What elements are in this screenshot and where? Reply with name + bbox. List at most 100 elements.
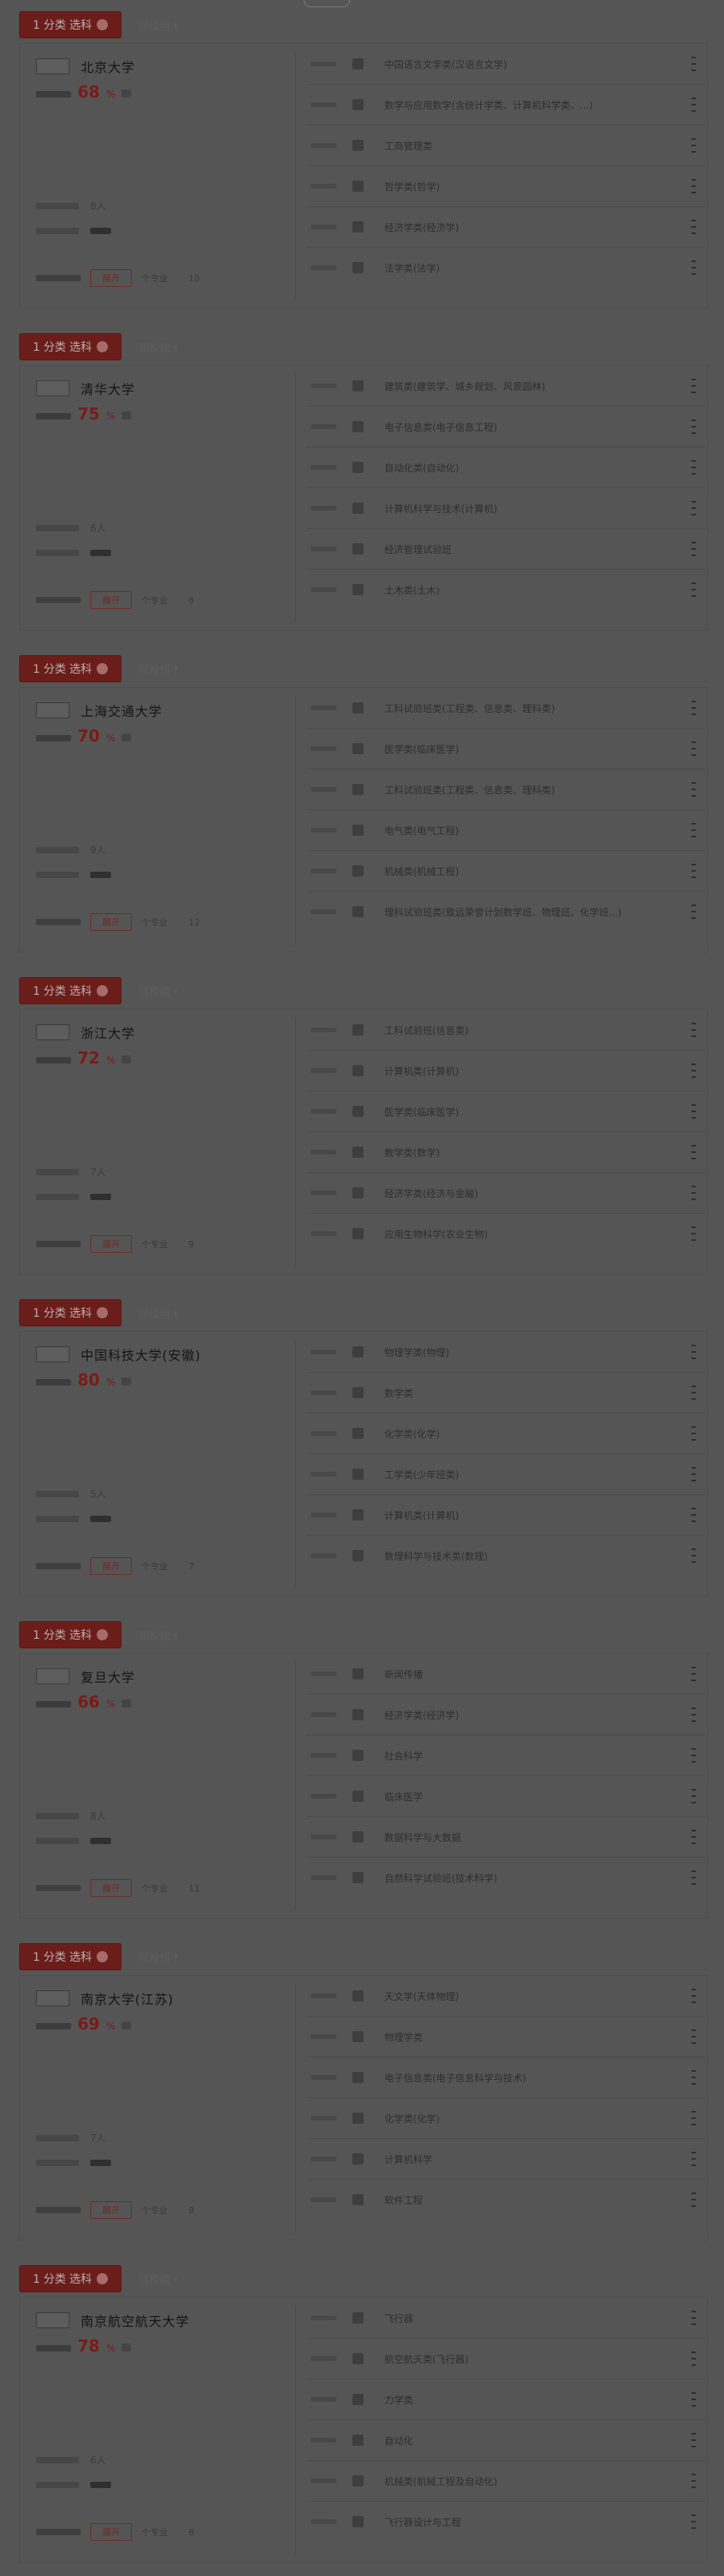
drag-handle-icon[interactable] xyxy=(691,1789,696,1803)
major-row[interactable]: 经济学类(经济学) xyxy=(306,1695,706,1735)
drag-handle-icon[interactable] xyxy=(691,904,696,919)
major-row[interactable]: 机械类(机械工程及自动化) xyxy=(306,2461,706,2502)
major-row[interactable]: 应用生物科学(农业生物) xyxy=(306,1214,706,1254)
drag-handle-icon[interactable] xyxy=(691,1385,696,1400)
drag-handle-icon[interactable] xyxy=(691,260,696,275)
drag-handle-icon[interactable] xyxy=(691,701,696,715)
school-name[interactable]: 南京大学(江苏) xyxy=(81,1989,174,2008)
drag-handle-icon[interactable] xyxy=(691,1467,696,1481)
drag-handle-icon[interactable] xyxy=(691,1548,696,1563)
expand-button[interactable]: 展开 xyxy=(90,2523,132,2541)
drag-handle-icon[interactable] xyxy=(691,419,696,434)
info-icon[interactable] xyxy=(121,89,132,97)
drag-handle-icon[interactable] xyxy=(691,2192,696,2207)
expand-button[interactable]: 展开 xyxy=(90,269,132,287)
major-row[interactable]: 电子信息类(电子信息工程) xyxy=(306,407,706,447)
group-selector[interactable]: 院校组 ▾ xyxy=(139,1628,178,1643)
major-row[interactable]: 中国语言文学类(汉语言文学) xyxy=(306,44,706,85)
school-name[interactable]: 清华大学 xyxy=(81,379,135,398)
category-tag-button[interactable]: 1 分类 选科 xyxy=(19,333,121,360)
drag-handle-icon[interactable] xyxy=(691,2392,696,2407)
info-icon[interactable] xyxy=(121,1377,132,1385)
info-icon[interactable] xyxy=(121,1699,132,1707)
drag-handle-icon[interactable] xyxy=(691,1345,696,1359)
major-row[interactable]: 哲学类(哲学) xyxy=(306,166,706,207)
drag-handle-icon[interactable] xyxy=(691,179,696,193)
drag-handle-icon[interactable] xyxy=(691,460,696,475)
major-row[interactable]: 计算机科学 xyxy=(306,2139,706,2180)
drag-handle-icon[interactable] xyxy=(691,2514,696,2529)
drag-handle-icon[interactable] xyxy=(691,220,696,234)
expand-button[interactable]: 展开 xyxy=(90,1879,132,1897)
major-row[interactable]: 经济管理试验班 xyxy=(306,529,706,570)
drag-handle-icon[interactable] xyxy=(691,2433,696,2447)
drag-handle-icon[interactable] xyxy=(691,1063,696,1078)
drag-handle-icon[interactable] xyxy=(691,138,696,153)
drag-handle-icon[interactable] xyxy=(691,1707,696,1722)
major-row[interactable]: 电气类(电气工程) xyxy=(306,810,706,851)
group-selector[interactable]: 院校组 ▾ xyxy=(139,662,178,677)
expand-button[interactable]: 展开 xyxy=(90,913,132,931)
major-row[interactable]: 医学类(临床医学) xyxy=(306,1091,706,1132)
major-row[interactable]: 数学类 xyxy=(306,1373,706,1413)
category-tag-button[interactable]: 1 分类 选科 xyxy=(19,1943,121,1970)
drag-handle-icon[interactable] xyxy=(691,2311,696,2325)
drag-handle-icon[interactable] xyxy=(691,1830,696,1844)
major-row[interactable]: 新闻传播 xyxy=(306,1654,706,1695)
major-row[interactable]: 自然科学试验班(技术科学) xyxy=(306,1858,706,1898)
drag-handle-icon[interactable] xyxy=(691,1426,696,1441)
major-row[interactable]: 医学类(临床医学) xyxy=(306,729,706,769)
drag-handle-icon[interactable] xyxy=(691,741,696,756)
drag-handle-icon[interactable] xyxy=(691,1023,696,1037)
major-row[interactable]: 工学类(少年班类) xyxy=(306,1454,706,1495)
info-icon[interactable] xyxy=(121,1055,132,1063)
drag-handle-icon[interactable] xyxy=(691,97,696,112)
drag-handle-icon[interactable] xyxy=(691,1748,696,1763)
major-row[interactable]: 计算机科学与技术(计算机) xyxy=(306,488,706,529)
drag-handle-icon[interactable] xyxy=(691,57,696,71)
major-row[interactable]: 机械类(机械工程) xyxy=(306,851,706,892)
info-icon[interactable] xyxy=(121,733,132,741)
school-name[interactable]: 中国科技大学(安徽) xyxy=(81,1345,201,1364)
expand-button[interactable]: 展开 xyxy=(90,1557,132,1575)
major-row[interactable]: 土木类(土木) xyxy=(306,570,706,610)
drag-handle-icon[interactable] xyxy=(691,379,696,393)
major-row[interactable]: 飞行器 xyxy=(306,2298,706,2339)
major-row[interactable]: 航空航天类(飞行器) xyxy=(306,2339,706,2379)
category-tag-button[interactable]: 1 分类 选科 xyxy=(19,2265,121,2292)
drag-handle-icon[interactable] xyxy=(691,1104,696,1119)
major-row[interactable]: 建筑类(建筑学、城乡规划、风景园林) xyxy=(306,366,706,407)
group-selector[interactable]: 院校组 ▾ xyxy=(139,340,178,355)
major-row[interactable]: 电子信息类(电子信息科学与技术) xyxy=(306,2057,706,2098)
major-row[interactable]: 物理学类 xyxy=(306,2017,706,2057)
expand-button[interactable]: 展开 xyxy=(90,591,132,609)
major-row[interactable]: 物理学类(物理) xyxy=(306,1332,706,1373)
drag-handle-icon[interactable] xyxy=(691,501,696,515)
group-selector[interactable]: 院校组 ▾ xyxy=(139,18,178,33)
school-name[interactable]: 浙江大学 xyxy=(81,1023,135,1042)
drag-handle-icon[interactable] xyxy=(691,2152,696,2166)
drag-handle-icon[interactable] xyxy=(691,1226,696,1241)
school-name[interactable]: 上海交通大学 xyxy=(81,701,162,720)
major-row[interactable]: 经济学类(经济学) xyxy=(306,207,706,248)
drag-handle-icon[interactable] xyxy=(691,864,696,878)
major-row[interactable]: 数理科学与技术类(数理) xyxy=(306,1536,706,1576)
drag-handle-icon[interactable] xyxy=(691,582,696,597)
major-row[interactable]: 计算机类(计算机) xyxy=(306,1051,706,1091)
info-icon[interactable] xyxy=(121,411,132,419)
school-name[interactable]: 南京航空航天大学 xyxy=(81,2311,189,2330)
drag-handle-icon[interactable] xyxy=(691,2351,696,2366)
major-row[interactable]: 工商管理类 xyxy=(306,125,706,166)
major-row[interactable]: 工科试验班类(工程类、信息类、理科类) xyxy=(306,688,706,729)
group-selector[interactable]: 院校组 ▾ xyxy=(139,1950,178,1965)
school-name[interactable]: 复旦大学 xyxy=(81,1667,135,1686)
major-row[interactable]: 计算机类(计算机) xyxy=(306,1495,706,1536)
drag-handle-icon[interactable] xyxy=(691,2111,696,2125)
drag-handle-icon[interactable] xyxy=(691,823,696,837)
category-tag-button[interactable]: 1 分类 选科 xyxy=(19,977,121,1004)
group-selector[interactable]: 院校组 ▾ xyxy=(139,2272,178,2287)
category-tag-button[interactable]: 1 分类 选科 xyxy=(19,655,121,682)
major-row[interactable]: 自动化类(自动化) xyxy=(306,447,706,488)
info-icon[interactable] xyxy=(121,2021,132,2029)
drag-handle-icon[interactable] xyxy=(691,1989,696,2003)
